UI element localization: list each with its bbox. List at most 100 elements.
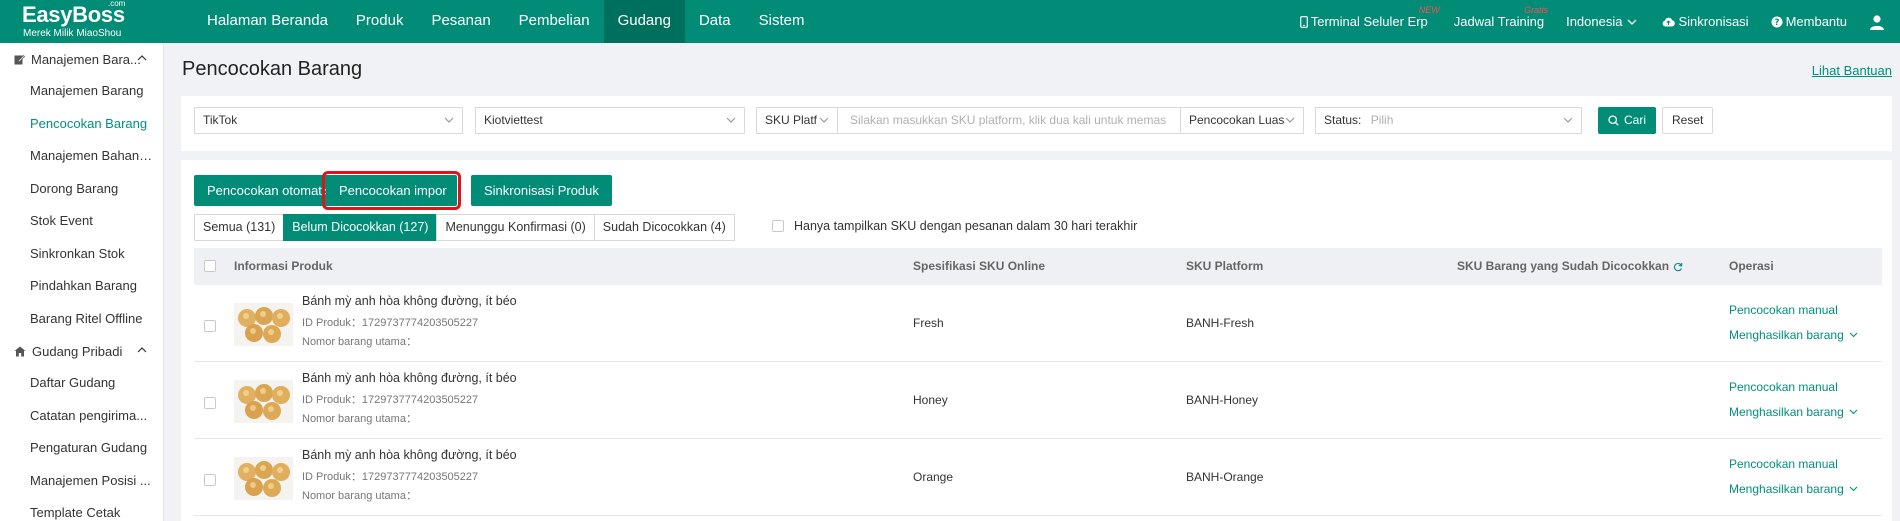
sidebar-item-stok-event[interactable]: Stok Event <box>0 205 163 238</box>
generate-item-label: Menghasilkan barang <box>1729 482 1844 496</box>
tab-belum-dicocokkan[interactable]: Belum Dicocokkan (127) <box>283 214 438 241</box>
page-title: Pencocokan Barang <box>182 58 363 80</box>
sidebar-item-manajemen-posisi[interactable]: Manajemen Posisi ... <box>0 465 163 498</box>
row-checkbox[interactable] <box>204 397 216 409</box>
sync-link[interactable]: Sinkronisasi <box>1662 14 1749 29</box>
terminal-link[interactable]: Terminal Seluler Erp NEW <box>1299 5 1440 29</box>
chevron-down-icon <box>1563 117 1573 123</box>
help-link[interactable]: Lihat Bantuan <box>1812 63 1892 78</box>
manual-match-link[interactable]: Pencocokan manual <box>1729 457 1838 471</box>
sidebar-item-sinkronkan-stok[interactable]: Sinkronkan Stok <box>0 238 163 271</box>
match-mode-select[interactable]: Pencocokan Luas <box>1180 107 1304 134</box>
product-thumbnail[interactable] <box>234 303 293 346</box>
status-placeholder: Pilih <box>1370 113 1394 127</box>
import-match-button[interactable]: Pencocokan impor <box>322 171 461 210</box>
header-operation: Operasi <box>1729 259 1774 273</box>
only-30-days-checkbox[interactable] <box>772 220 784 232</box>
store-select[interactable]: Kiotviettest <box>475 107 745 134</box>
chevron-down-icon <box>1628 19 1637 25</box>
platform-select[interactable]: TikTok <box>194 107 463 134</box>
sidebar-item-manajemen-bahan[interactable]: Manajemen Bahan ... <box>0 140 163 173</box>
tab-sudah-dicocokkan[interactable]: Sudah Dicocokkan (4) <box>593 214 735 241</box>
only-30-days-filter[interactable]: Hanya tampilkan SKU dengan pesanan dalam… <box>772 219 1137 233</box>
content-card: Pencocokan otomatis Pencocokan impor Sin… <box>181 160 1892 521</box>
help-menu[interactable]: ? Membantu <box>1771 14 1847 29</box>
sku-type-select[interactable]: SKU Platf <box>756 107 838 134</box>
sync-label: Sinkronisasi <box>1678 14 1749 29</box>
sidebar-item-pencocokan-barang[interactable]: Pencocokan Barang <box>0 108 163 141</box>
main-item-number: Nomor barang utama： <box>302 490 417 502</box>
generate-item-link[interactable]: Menghasilkan barang <box>1729 405 1858 419</box>
search-icon <box>1608 115 1619 126</box>
generate-item-label: Menghasilkan barang <box>1729 328 1844 342</box>
sidebar-group-manajemen-barang[interactable]: Manajemen Bara... <box>0 43 163 75</box>
language-select[interactable]: Indonesia <box>1566 14 1640 29</box>
refresh-icon[interactable] <box>1673 262 1683 272</box>
nav-item-sistem[interactable]: Sistem <box>745 0 819 43</box>
main-item-number: Nomor barang utama： <box>302 413 417 425</box>
table-row: Bánh mỳ anh hòa không đường, ít béo ID P… <box>194 439 1882 516</box>
select-all-checkbox[interactable] <box>204 260 216 272</box>
header-platform-sku: SKU Platform <box>1186 259 1264 273</box>
product-thumbnail[interactable] <box>234 380 293 423</box>
nav-item-produk[interactable]: Produk <box>342 0 418 43</box>
sync-product-button[interactable]: Sinkronisasi Produk <box>471 175 612 206</box>
platform-sku: BANH-Orange <box>1186 470 1264 484</box>
generate-item-link[interactable]: Menghasilkan barang <box>1729 328 1858 342</box>
nav-item-pesanan[interactable]: Pesanan <box>417 0 504 43</box>
generate-item-label: Menghasilkan barang <box>1729 405 1844 419</box>
sidebar-item-pengaturan-gudang[interactable]: Pengaturan Gudang <box>0 432 163 465</box>
header-matched-sku: SKU Barang yang Sudah Dicocokkan <box>1457 248 1683 285</box>
manual-match-link[interactable]: Pencocokan manual <box>1729 380 1838 394</box>
sku-search-input[interactable]: Silakan masukkan SKU platform, klik dua … <box>837 107 1181 134</box>
sidebar-group-gudang-pribadi[interactable]: Gudang Pribadi <box>0 335 163 367</box>
sidebar-item-template-cetak[interactable]: Template Cetak <box>0 497 163 521</box>
product-thumbnail[interactable] <box>234 457 293 500</box>
online-sku-spec: Fresh <box>913 316 944 330</box>
new-badge: NEW <box>1418 5 1440 15</box>
row-checkbox[interactable] <box>204 474 216 486</box>
generate-item-link[interactable]: Menghasilkan barang <box>1729 482 1858 496</box>
nav-item-beranda[interactable]: Halaman Beranda <box>193 0 342 43</box>
help-label: Membantu <box>1785 14 1847 29</box>
user-icon <box>1870 14 1884 30</box>
platform-value: TikTok <box>203 113 238 127</box>
only-30-days-label: Hanya tampilkan SKU dengan pesanan dalam… <box>794 219 1138 233</box>
store-value: Kiotviettest <box>484 113 543 127</box>
search-button[interactable]: Cari <box>1598 107 1657 134</box>
reset-button[interactable]: Reset <box>1662 107 1714 134</box>
top-navbar: EasyBoss .com Merek Milik MiaoShou Halam… <box>0 0 1900 43</box>
chevron-down-icon <box>726 117 736 123</box>
nav-item-gudang[interactable]: Gudang <box>603 0 685 43</box>
online-sku-spec: Orange <box>913 470 954 484</box>
sidebar-item-dorong-barang[interactable]: Dorong Barang <box>0 173 163 206</box>
nav-item-data[interactable]: Data <box>685 0 745 43</box>
sidebar-item-daftar-gudang[interactable]: Daftar Gudang <box>0 367 163 400</box>
sidebar-item-catatan-pengiriman[interactable]: Catatan pengirima... <box>0 400 163 433</box>
user-menu[interactable] <box>1869 14 1888 30</box>
sku-type-value: SKU Platf <box>765 113 818 127</box>
tab-semua[interactable]: Semua (131) <box>194 214 285 241</box>
tab-menunggu-konfirmasi[interactable]: Menunggu Konfirmasi (0) <box>436 214 595 241</box>
training-link[interactable]: Jadwal Training Gratis <box>1454 5 1548 29</box>
nav-item-pembelian[interactable]: Pembelian <box>505 0 604 43</box>
sidebar-item-manajemen-barang[interactable]: Manajemen Barang <box>0 75 163 108</box>
logo-dotcom: .com <box>108 0 126 8</box>
table-header: Informasi Produk Spesifikasi SKU Online … <box>194 248 1882 285</box>
question-icon: ? <box>1771 16 1783 28</box>
product-name: Bánh mỳ anh hòa không đường, ít béo <box>302 294 517 308</box>
sidebar-item-barang-ritel-offline[interactable]: Barang Ritel Offline <box>0 303 163 336</box>
status-tabs: Semua (131) Belum Dicocokkan (127) Menun… <box>194 214 735 241</box>
product-name: Bánh mỳ anh hòa không đường, ít béo <box>302 371 517 385</box>
auto-match-button[interactable]: Pencocokan otomatis <box>194 175 345 206</box>
row-checkbox[interactable] <box>204 320 216 332</box>
sidebar-group-label: Gudang Pribadi <box>32 343 123 359</box>
manual-match-link[interactable]: Pencocokan manual <box>1729 303 1838 317</box>
product-id: ID Produk：1729737774203505227 <box>302 471 479 483</box>
sidebar-item-pindahkan-barang[interactable]: Pindahkan Barang <box>0 270 163 303</box>
product-id: ID Produk：1729737774203505227 <box>302 317 479 329</box>
status-select[interactable]: Status: Pilih <box>1315 107 1582 134</box>
chevron-down-icon <box>819 117 829 123</box>
language-label: Indonesia <box>1566 14 1623 29</box>
logo[interactable]: EasyBoss .com Merek Milik MiaoShou <box>22 0 142 42</box>
